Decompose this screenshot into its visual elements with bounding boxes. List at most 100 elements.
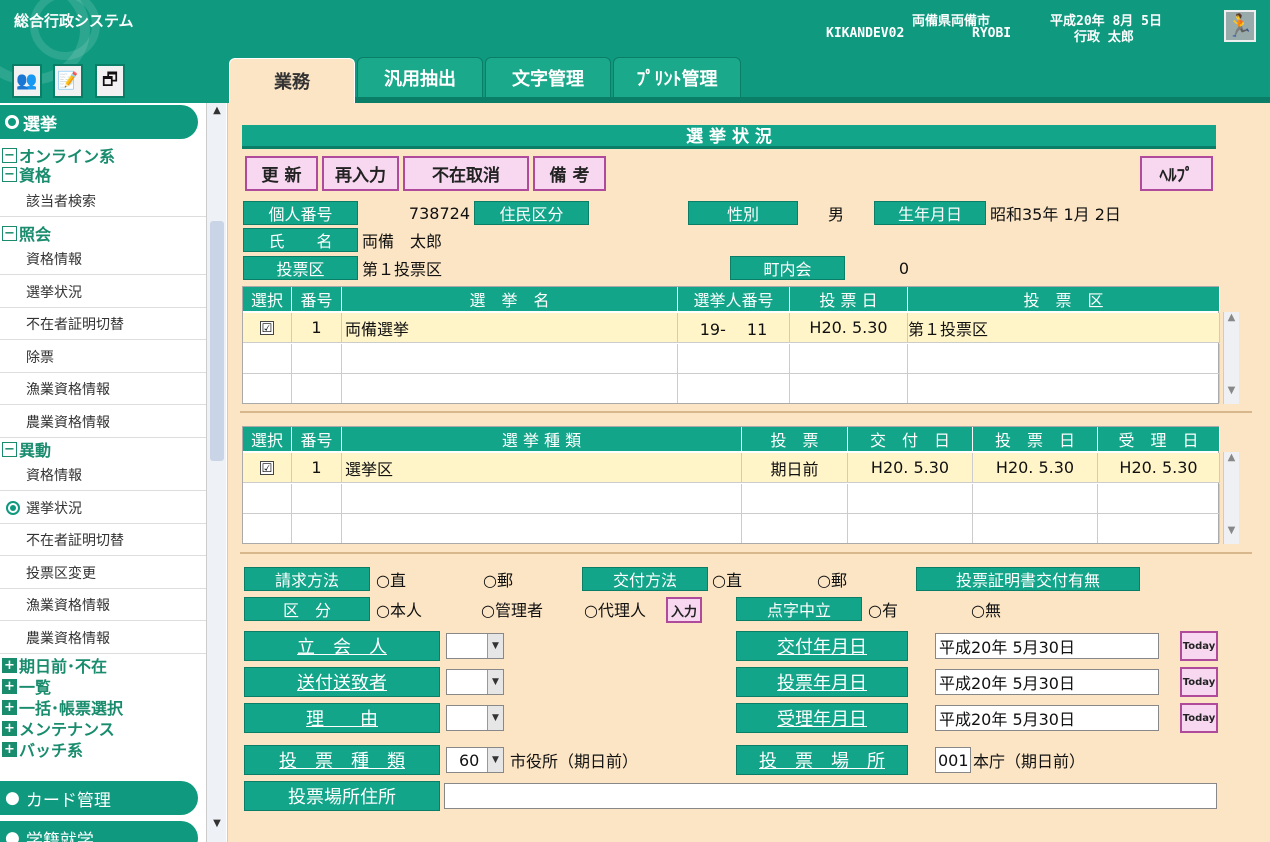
election-type-table-scrollbar[interactable]: ▲ ▼	[1223, 452, 1239, 544]
scroll-down-icon[interactable]: ▼	[209, 818, 225, 834]
expand-icon[interactable]: +	[2, 720, 17, 736]
reenter-button[interactable]: 再入力	[322, 156, 399, 191]
sidebar-cat-ikkatsu[interactable]: + 一括･帳票選択	[2, 698, 123, 718]
vote-place-name: 本庁（期日前）	[973, 752, 1086, 771]
sidebar-item-shoukai-nogyo[interactable]: 農業資格情報	[0, 406, 206, 438]
expand-icon[interactable]: +	[2, 678, 17, 694]
users-icon[interactable]: 👥	[12, 64, 42, 98]
resident-label: 住民区分	[474, 201, 589, 225]
sidebar-group-senkyo[interactable]: 選挙	[0, 105, 198, 139]
sidebar-scrollbar[interactable]: ▲ ▼	[206, 103, 226, 842]
row-receipt-date: H20. 5.30	[1098, 453, 1220, 483]
district-label: 投票区	[243, 256, 358, 280]
election-type-table: 選択 番号 選 挙 種 類 投 票 交 付 日 投 票 日 受 理 日 ☑ 1 …	[242, 426, 1220, 544]
category-manager-radio[interactable]: ○管理者	[481, 597, 543, 621]
exit-icon[interactable]: 🏃	[1224, 10, 1256, 42]
edit-icon[interactable]: 📝	[53, 64, 83, 98]
col-election-type: 選 挙 種 類	[342, 427, 742, 451]
sidebar-item-idou-tohyoku[interactable]: 投票区変更	[0, 557, 206, 589]
sidebar-item-idou-senkyo[interactable]: 選挙状況	[0, 492, 206, 524]
category-proxy-radio[interactable]: ○代理人	[584, 597, 646, 621]
delivery-direct-radio[interactable]: ○直	[712, 567, 742, 591]
expand-icon[interactable]: +	[2, 657, 17, 673]
table-row[interactable]: ☑	[243, 453, 292, 483]
col-issue-date: 交 付 日	[848, 427, 973, 451]
tab-gyomu[interactable]: 業務	[229, 58, 355, 103]
vote-date-label: 投票年月日	[736, 667, 908, 697]
sender-select[interactable]: ▼	[446, 669, 504, 695]
braille-no-radio[interactable]: ○無	[971, 597, 1001, 621]
issue-today-button[interactable]: Today	[1180, 631, 1218, 661]
receipt-date-field[interactable]: 平成20年 5月30日	[935, 705, 1159, 731]
sidebar-item-idou-fuzai[interactable]: 不在者証明切替	[0, 524, 206, 556]
scroll-down-icon[interactable]: ▼	[1224, 525, 1239, 536]
chevron-down-icon[interactable]: ▼	[487, 748, 503, 772]
sidebar-cat-maintenance[interactable]: + メンテナンス	[2, 719, 115, 739]
sidebar-cat-shoukai[interactable]: − 照会	[2, 224, 51, 244]
sidebar-cat-kijitsu[interactable]: + 期日前･不在	[2, 656, 107, 676]
request-mail-radio[interactable]: ○郵	[483, 567, 513, 591]
sidebar-item-shoukai-gyogyo[interactable]: 漁業資格情報	[0, 373, 206, 405]
birth-value: 昭和35年 1月 2日	[990, 205, 1121, 224]
issue-date-field[interactable]: 平成20年 5月30日	[935, 633, 1159, 659]
request-direct-radio[interactable]: ○直	[376, 567, 406, 591]
sidebar-cat-shikaku[interactable]: − 資格	[2, 165, 51, 185]
collapse-icon[interactable]: −	[2, 441, 17, 457]
chevron-down-icon[interactable]: ▼	[487, 634, 503, 658]
sidebar-item-shoukai-fuzai[interactable]: 不在者証明切替	[0, 308, 206, 340]
sidebar-item-shoukai-shikaku[interactable]: 資格情報	[0, 243, 206, 275]
collapse-icon[interactable]: −	[2, 166, 17, 182]
delivery-mail-radio[interactable]: ○郵	[817, 567, 847, 591]
sidebar-cat-ichiran[interactable]: + 一覧	[2, 677, 51, 697]
refresh-button[interactable]: 更 新	[245, 156, 318, 191]
sidebar-item-idou-shikaku[interactable]: 資格情報	[0, 459, 206, 491]
vote-date-field[interactable]: 平成20年 5月30日	[935, 669, 1159, 695]
sidebar-group-card[interactable]: ● カード管理	[0, 781, 198, 815]
empty-cell	[1098, 514, 1220, 543]
collapse-icon[interactable]: −	[2, 225, 17, 241]
vote-today-button[interactable]: Today	[1180, 667, 1218, 697]
vote-type-code: 60	[459, 750, 480, 770]
collapse-icon[interactable]: −	[2, 147, 17, 163]
table-row[interactable]: ☑	[243, 313, 292, 343]
expand-icon[interactable]: +	[2, 699, 17, 715]
category-self-radio[interactable]: ○本人	[376, 597, 422, 621]
help-button[interactable]: ﾍﾙﾌﾟ	[1140, 156, 1213, 191]
sidebar-item-idou-gyogyo[interactable]: 漁業資格情報	[0, 589, 206, 621]
scroll-up-icon[interactable]: ▲	[1224, 312, 1239, 323]
chevron-down-icon[interactable]: ▼	[487, 706, 503, 730]
notes-button[interactable]: 備 考	[533, 156, 606, 191]
sidebar-item-gaitou[interactable]: 該当者検索	[0, 185, 206, 217]
scroll-thumb[interactable]	[210, 221, 224, 461]
braille-yes-radio[interactable]: ○有	[868, 597, 898, 621]
tab-print[interactable]: ﾌﾟﾘﾝﾄ管理	[613, 57, 741, 97]
scroll-up-icon[interactable]: ▲	[209, 105, 225, 121]
sidebar-item-shoukai-senkyo[interactable]: 選挙状況	[0, 276, 206, 308]
vote-type-select[interactable]: 60 ▼	[446, 747, 504, 773]
sidebar-item-idou-nogyo[interactable]: 農業資格情報	[0, 622, 206, 654]
sidebar-cat-idou[interactable]: − 異動	[2, 440, 51, 460]
row-checkbox[interactable]: ☑	[260, 320, 274, 335]
election-table-scrollbar[interactable]: ▲ ▼	[1223, 312, 1239, 404]
scroll-down-icon[interactable]: ▼	[1224, 385, 1239, 396]
scroll-up-icon[interactable]: ▲	[1224, 452, 1239, 463]
receipt-today-button[interactable]: Today	[1180, 703, 1218, 733]
vote-address-field[interactable]	[444, 783, 1217, 809]
witness-select[interactable]: ▼	[446, 633, 504, 659]
row-vote: 期日前	[742, 453, 848, 483]
proxy-input-button[interactable]: 入力	[666, 597, 702, 623]
sidebar-group-gakuseki[interactable]: ● 学籍就学	[0, 821, 198, 842]
cancel-absent-button[interactable]: 不在取消	[403, 156, 529, 191]
empty-cell	[243, 484, 292, 514]
tab-hanyo[interactable]: 汎用抽出	[357, 57, 483, 97]
sidebar-item-shoukai-johyo[interactable]: 除票	[0, 341, 206, 373]
reason-select[interactable]: ▼	[446, 705, 504, 731]
windows-icon[interactable]: 🗗	[95, 64, 125, 98]
sidebar-cat-batch[interactable]: + バッチ系	[2, 740, 83, 760]
chevron-down-icon[interactable]: ▼	[487, 670, 503, 694]
expand-icon[interactable]: +	[2, 741, 17, 757]
vote-place-code[interactable]: 001	[935, 747, 971, 773]
tab-moji[interactable]: 文字管理	[485, 57, 611, 97]
cert-issue-value	[1144, 567, 1219, 591]
row-checkbox[interactable]: ☑	[260, 460, 274, 475]
